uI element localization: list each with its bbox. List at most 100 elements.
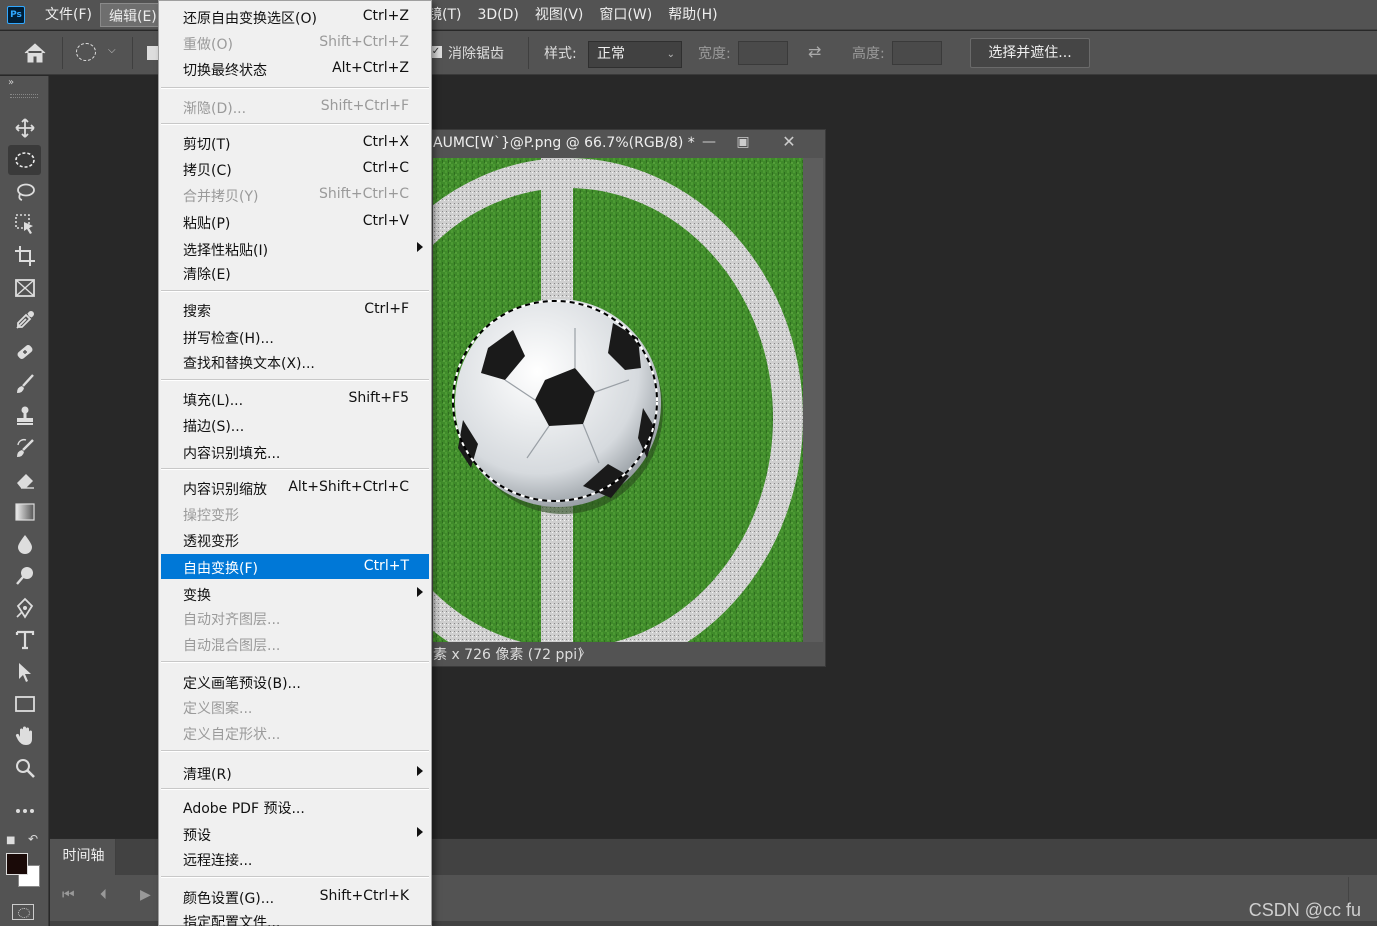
eraser-tool-icon[interactable] — [8, 465, 41, 495]
submenu-arrow-icon — [417, 587, 423, 597]
menu-item-auto-blend-layers[interactable]: 自动混合图层... — [161, 631, 429, 656]
type-tool-icon[interactable] — [8, 625, 41, 655]
pen-tool-icon[interactable] — [8, 593, 41, 623]
menu-separator — [161, 750, 429, 752]
menu-item-undo[interactable]: 还原自由变换选区(O) Ctrl+Z — [161, 4, 429, 29]
menu-item-free-transform[interactable]: 自由变换(F) Ctrl+T — [161, 554, 429, 579]
menubar-right: 镜(T) 3D(D) 视图(V) 窗口(W) 帮助(H) — [420, 0, 726, 30]
menu-item-paste[interactable]: 粘贴(P) Ctrl+V — [161, 209, 429, 234]
menu-item-transform[interactable]: 变换 — [161, 581, 429, 606]
document-window[interactable]: AUMC[W`}@P.png @ 66.7%(RGB/8) * — ▣ ✕ 素 … — [420, 129, 826, 667]
width-input[interactable] — [738, 41, 788, 65]
menu-item-cut[interactable]: 剪切(T) Ctrl+X — [161, 130, 429, 155]
path-selection-tool-icon[interactable] — [8, 657, 41, 687]
menu-item-define-brush[interactable]: 定义画笔预设(B)... — [161, 669, 429, 694]
menu-item-redo[interactable]: 重做(O) Shift+Ctrl+Z — [161, 30, 429, 55]
first-frame-icon[interactable]: ⏮ — [62, 887, 75, 903]
edit-menu-dropdown: 还原自由变换选区(O) Ctrl+Z 重做(O) Shift+Ctrl+Z 切换最终… — [158, 0, 432, 926]
menu-item-paste-special[interactable]: 选择性粘贴(I) — [161, 236, 429, 261]
menu-item-assign-profile[interactable]: 指定配置文件... — [161, 908, 429, 926]
vertical-scrollbar[interactable] — [803, 158, 823, 642]
crop-tool-icon[interactable] — [8, 241, 41, 271]
menu-item-fill[interactable]: 填充(L)... Shift+F5 — [161, 386, 429, 411]
menu-window[interactable]: 窗口(W) — [591, 0, 660, 30]
menu-item-spell-check[interactable]: 拼写检查(H)... — [161, 324, 429, 349]
menu-item-define-pattern[interactable]: 定义图案... — [161, 694, 429, 719]
default-colors-icon[interactable]: ■ — [6, 835, 15, 846]
menu-item-define-custom-shape[interactable]: 定义自定形状... — [161, 720, 429, 745]
menu-item-fade[interactable]: 渐隐(D)... Shift+Ctrl+F — [161, 94, 429, 119]
menu-item-search[interactable]: 搜索 Ctrl+F — [161, 297, 429, 322]
eyedropper-tool-icon[interactable] — [8, 305, 41, 335]
history-brush-tool-icon[interactable] — [8, 433, 41, 463]
close-icon[interactable]: ✕ — [771, 130, 807, 154]
swap-icon[interactable]: ⇄ — [808, 42, 821, 61]
healing-brush-tool-icon[interactable] — [8, 337, 41, 367]
gradient-tool-icon[interactable] — [8, 497, 41, 527]
menu-edit[interactable]: 编辑(E) — [99, 2, 166, 27]
menu-separator — [161, 123, 429, 125]
previous-frame-icon[interactable]: ⏴ — [100, 887, 107, 903]
chevron-right-icon[interactable]: 〉 — [579, 644, 591, 661]
swap-colors-icon[interactable]: ↶ — [28, 832, 38, 846]
menu-file[interactable]: 文件(F) — [37, 0, 100, 30]
clone-stamp-tool-icon[interactable] — [8, 401, 41, 431]
chevron-down-icon[interactable]: ⌵ — [108, 45, 116, 56]
elliptical-marquee-tool-icon[interactable] — [8, 145, 41, 175]
play-icon[interactable]: ▶ — [140, 887, 151, 903]
hand-tool-icon[interactable] — [8, 721, 41, 751]
canvas[interactable] — [433, 158, 803, 642]
menu-item-toggle-last-state[interactable]: 切换最终状态 Alt+Ctrl+Z — [161, 56, 429, 81]
menu-item-auto-align-layers[interactable]: 自动对齐图层... — [161, 605, 429, 630]
menu-item-content-aware-fill[interactable]: 内容识别填充... — [161, 439, 429, 464]
document-titlebar[interactable]: AUMC[W`}@P.png @ 66.7%(RGB/8) * — ▣ ✕ — [421, 130, 825, 158]
document-statusbar: 素 x 726 像素 (72 ppi) 〉 — [421, 642, 825, 666]
menu-separator — [161, 379, 429, 381]
submenu-arrow-icon — [417, 827, 423, 837]
menu-separator — [161, 87, 429, 89]
options-separator — [528, 37, 529, 69]
menu-item-copy[interactable]: 拷贝(C) Ctrl+C — [161, 156, 429, 181]
toolbar-grip[interactable] — [10, 94, 38, 98]
menu-view[interactable]: 视图(V) — [527, 0, 592, 30]
soccer-field-image — [433, 158, 803, 642]
blur-tool-icon[interactable] — [8, 529, 41, 559]
menu-item-stroke[interactable]: 描边(S)... — [161, 412, 429, 437]
menu-item-puppet-warp[interactable]: 操控变形 — [161, 501, 429, 526]
menu-item-remote-connections[interactable]: 远程连接... — [161, 846, 429, 871]
menu-item-adobe-pdf-presets[interactable]: Adobe PDF 预设... — [161, 794, 429, 819]
select-and-mask-button[interactable]: 选择并遮住... — [970, 38, 1090, 68]
tab-timeline[interactable]: 时间轴 — [52, 839, 116, 875]
maximize-icon[interactable]: ▣ — [725, 130, 761, 154]
quick-mask-icon[interactable] — [12, 904, 34, 920]
height-input[interactable] — [892, 41, 942, 65]
more-tools-icon[interactable] — [8, 796, 41, 826]
minimize-icon[interactable]: — — [691, 130, 727, 154]
options-separator — [62, 37, 63, 69]
collapse-icon[interactable]: » — [8, 77, 14, 88]
menu-item-content-aware-scale[interactable]: 内容识别缩放 Alt+Shift+Ctrl+C — [161, 475, 429, 500]
menu-item-color-settings[interactable]: 颜色设置(G)... Shift+Ctrl+K — [161, 884, 429, 909]
menu-item-presets[interactable]: 预设 — [161, 821, 429, 846]
menu-help[interactable]: 帮助(H) — [660, 0, 725, 30]
menu-item-find-replace[interactable]: 查找和替换文本(X)... — [161, 349, 429, 374]
elliptical-marquee-preset-icon[interactable] — [76, 43, 96, 61]
menu-item-purge[interactable]: 清理(R) — [161, 760, 429, 785]
dodge-tool-icon[interactable] — [8, 561, 41, 591]
menu-item-copy-merged[interactable]: 合并拷贝(Y) Shift+Ctrl+C — [161, 182, 429, 207]
lasso-tool-icon[interactable] — [8, 177, 41, 207]
submenu-arrow-icon — [417, 766, 423, 776]
menu-item-perspective-warp[interactable]: 透视变形 — [161, 527, 429, 552]
toolbar: » ■ ↶ — [0, 76, 49, 926]
move-tool-icon[interactable] — [8, 113, 41, 143]
object-selection-tool-icon[interactable] — [8, 209, 41, 239]
menu-3d[interactable]: 3D(D) — [469, 0, 526, 30]
frame-tool-icon[interactable] — [8, 273, 41, 303]
zoom-tool-icon[interactable] — [8, 753, 41, 783]
style-select[interactable]: 正常 ⌄ — [588, 41, 682, 68]
menu-item-clear[interactable]: 清除(E) — [161, 260, 429, 285]
rectangle-tool-icon[interactable] — [8, 689, 41, 719]
brush-tool-icon[interactable] — [8, 369, 41, 399]
home-icon[interactable] — [22, 41, 48, 65]
foreground-color-swatch[interactable] — [6, 853, 28, 875]
